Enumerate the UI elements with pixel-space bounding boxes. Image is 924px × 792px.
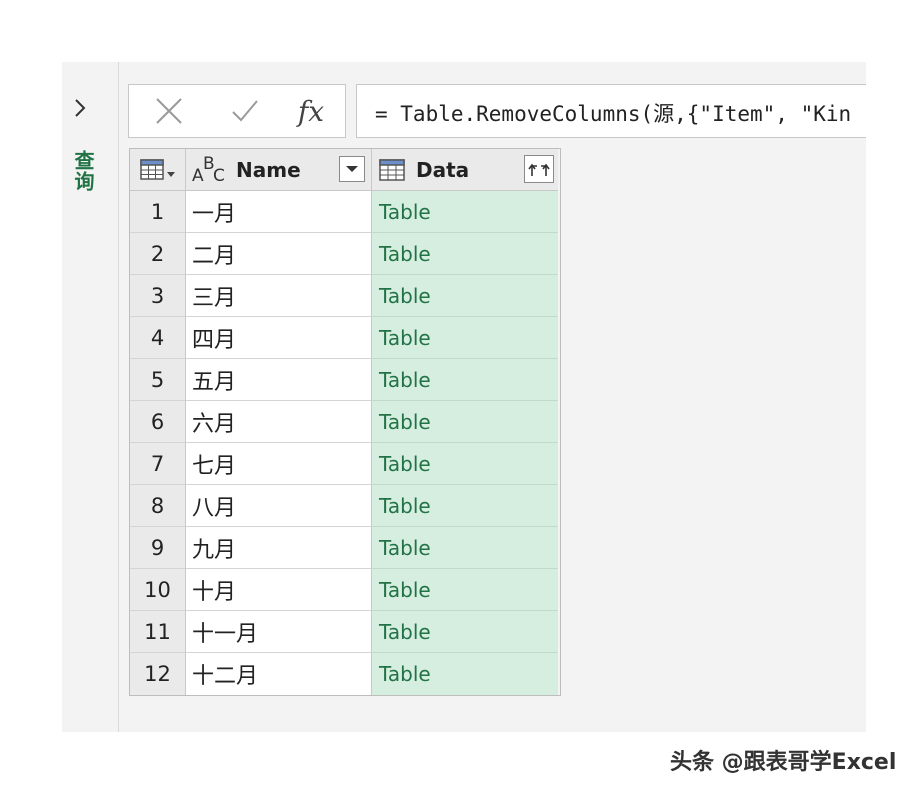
table-menu-icon bbox=[139, 158, 175, 180]
table-row: 12 十二月 Table bbox=[130, 653, 560, 695]
column-header-data[interactable]: Data bbox=[372, 149, 558, 191]
table-row: 1 一月 Table bbox=[130, 191, 560, 233]
data-table-link[interactable]: Table bbox=[372, 569, 558, 611]
table-row: 10 十月 Table bbox=[130, 569, 560, 611]
name-cell[interactable]: 一月 bbox=[186, 191, 372, 233]
row-number[interactable]: 7 bbox=[130, 443, 186, 485]
row-number[interactable]: 1 bbox=[130, 191, 186, 233]
row-number[interactable]: 3 bbox=[130, 275, 186, 317]
data-table-link[interactable]: Table bbox=[372, 611, 558, 653]
column-header-label: Data bbox=[416, 157, 470, 182]
power-query-editor: 查询 fx = Table.RemoveColumns(源,{"Item", "… bbox=[62, 62, 866, 732]
data-table-link[interactable]: Table bbox=[372, 275, 558, 317]
text-type-icon[interactable]: A B C bbox=[192, 154, 226, 186]
table-row: 7 七月 Table bbox=[130, 443, 560, 485]
table-row: 3 三月 Table bbox=[130, 275, 560, 317]
table-row: 6 六月 Table bbox=[130, 401, 560, 443]
row-number[interactable]: 12 bbox=[130, 653, 186, 695]
insert-function-button[interactable]: fx bbox=[291, 93, 331, 129]
name-cell[interactable]: 二月 bbox=[186, 233, 372, 275]
table-row: 11 十一月 Table bbox=[130, 611, 560, 653]
name-cell[interactable]: 十二月 bbox=[186, 653, 372, 695]
check-icon bbox=[232, 100, 258, 122]
table-menu-button[interactable] bbox=[130, 149, 186, 191]
row-number[interactable]: 2 bbox=[130, 233, 186, 275]
data-table-link[interactable]: Table bbox=[372, 653, 558, 695]
formula-input[interactable]: = Table.RemoveColumns(源,{"Item", "Kin bbox=[356, 84, 866, 138]
filter-dropdown-button[interactable] bbox=[339, 156, 365, 182]
chevron-down-icon bbox=[346, 166, 358, 172]
data-table-link[interactable]: Table bbox=[372, 401, 558, 443]
row-number[interactable]: 9 bbox=[130, 527, 186, 569]
name-cell[interactable]: 九月 bbox=[186, 527, 372, 569]
data-table-link[interactable]: Table bbox=[372, 317, 558, 359]
name-cell[interactable]: 七月 bbox=[186, 443, 372, 485]
data-table-link[interactable]: Table bbox=[372, 191, 558, 233]
cross-icon bbox=[156, 98, 182, 124]
fx-icon: fx bbox=[297, 94, 325, 128]
queries-pane: 查询 bbox=[62, 62, 119, 732]
name-cell[interactable]: 八月 bbox=[186, 485, 372, 527]
name-cell[interactable]: 十一月 bbox=[186, 611, 372, 653]
row-number[interactable]: 11 bbox=[130, 611, 186, 653]
table-row: 5 五月 Table bbox=[130, 359, 560, 401]
table-row: 4 四月 Table bbox=[130, 317, 560, 359]
name-cell[interactable]: 五月 bbox=[186, 359, 372, 401]
data-table-link[interactable]: Table bbox=[372, 485, 558, 527]
watermark: 头条 @跟表哥学Excel bbox=[670, 750, 897, 775]
confirm-formula-button[interactable] bbox=[225, 93, 265, 129]
data-table-link[interactable]: Table bbox=[372, 233, 558, 275]
table-row: 9 九月 Table bbox=[130, 527, 560, 569]
name-cell[interactable]: 四月 bbox=[186, 317, 372, 359]
name-cell[interactable]: 六月 bbox=[186, 401, 372, 443]
cancel-formula-button[interactable] bbox=[149, 93, 189, 129]
chevron-right-icon[interactable] bbox=[72, 98, 88, 118]
row-number[interactable]: 6 bbox=[130, 401, 186, 443]
data-table-link[interactable]: Table bbox=[372, 527, 558, 569]
expand-columns-button[interactable] bbox=[524, 155, 554, 183]
row-number[interactable]: 10 bbox=[130, 569, 186, 611]
data-table-link[interactable]: Table bbox=[372, 443, 558, 485]
table-row: 2 二月 Table bbox=[130, 233, 560, 275]
row-number[interactable]: 4 bbox=[130, 317, 186, 359]
row-number[interactable]: 5 bbox=[130, 359, 186, 401]
row-number[interactable]: 8 bbox=[130, 485, 186, 527]
column-header-name[interactable]: A B C Name bbox=[186, 149, 372, 191]
queries-pane-label[interactable]: 查询 bbox=[69, 150, 98, 192]
table-row: 8 八月 Table bbox=[130, 485, 560, 527]
column-header-label: Name bbox=[236, 157, 301, 182]
expand-columns-icon bbox=[528, 163, 550, 176]
table-type-icon[interactable] bbox=[378, 158, 406, 182]
name-cell[interactable]: 十月 bbox=[186, 569, 372, 611]
formula-text: = Table.RemoveColumns(源,{"Item", "Kin bbox=[375, 102, 852, 126]
data-table-link[interactable]: Table bbox=[372, 359, 558, 401]
formula-controls: fx bbox=[128, 84, 346, 138]
data-grid: A B C Name Data 1 一月 Table 2 二月 Table 3 … bbox=[129, 148, 561, 696]
grid-header: A B C Name Data bbox=[130, 149, 560, 191]
table-icon bbox=[379, 158, 405, 181]
name-cell[interactable]: 三月 bbox=[186, 275, 372, 317]
